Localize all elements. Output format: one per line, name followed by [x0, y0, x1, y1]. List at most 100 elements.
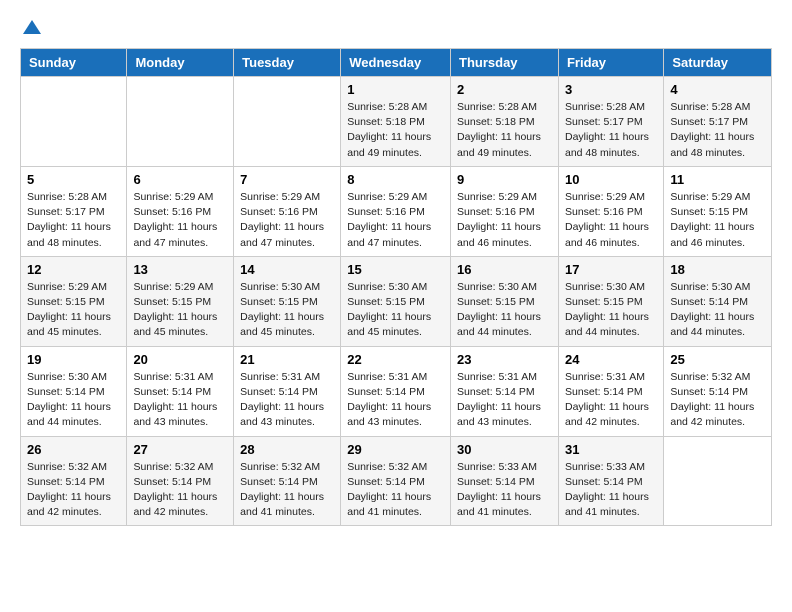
- day-number: 29: [347, 442, 444, 457]
- day-cell: 12 Sunrise: 5:29 AMSunset: 5:15 PMDayligh…: [21, 256, 127, 346]
- day-number: 7: [240, 172, 334, 187]
- day-cell: 16 Sunrise: 5:30 AMSunset: 5:15 PMDayligh…: [451, 256, 559, 346]
- day-cell: 7 Sunrise: 5:29 AMSunset: 5:16 PMDaylight…: [234, 166, 341, 256]
- day-cell: 30 Sunrise: 5:33 AMSunset: 5:14 PMDayligh…: [451, 436, 559, 526]
- day-number: 16: [457, 262, 552, 277]
- day-info: Sunrise: 5:30 AMSunset: 5:15 PMDaylight:…: [565, 280, 657, 341]
- day-number: 2: [457, 82, 552, 97]
- day-cell: [234, 77, 341, 167]
- day-info: Sunrise: 5:32 AMSunset: 5:14 PMDaylight:…: [670, 370, 765, 431]
- header-cell-friday: Friday: [558, 49, 663, 77]
- day-cell: 21 Sunrise: 5:31 AMSunset: 5:14 PMDayligh…: [234, 346, 341, 436]
- day-info: Sunrise: 5:29 AMSunset: 5:16 PMDaylight:…: [133, 190, 227, 251]
- day-info: Sunrise: 5:31 AMSunset: 5:14 PMDaylight:…: [457, 370, 552, 431]
- header-cell-tuesday: Tuesday: [234, 49, 341, 77]
- day-info: Sunrise: 5:31 AMSunset: 5:14 PMDaylight:…: [565, 370, 657, 431]
- day-cell: 13Sunrise: 5:29 AMSunset: 5:15 PMDayligh…: [127, 256, 234, 346]
- day-cell: 27 Sunrise: 5:32 AMSunset: 5:14 PMDayligh…: [127, 436, 234, 526]
- logo-triangle-icon: [23, 20, 41, 34]
- day-cell: 11 Sunrise: 5:29 AMSunset: 5:15 PMDayligh…: [664, 166, 772, 256]
- day-number: 18: [670, 262, 765, 277]
- day-info: Sunrise: 5:29 AMSunset: 5:16 PMDaylight:…: [347, 190, 444, 251]
- day-info: Sunrise: 5:31 AMSunset: 5:14 PMDaylight:…: [347, 370, 444, 431]
- day-number: 25: [670, 352, 765, 367]
- header-cell-saturday: Saturday: [664, 49, 772, 77]
- day-cell: [21, 77, 127, 167]
- day-cell: 22 Sunrise: 5:31 AMSunset: 5:14 PMDayligh…: [341, 346, 451, 436]
- day-cell: 28 Sunrise: 5:32 AMSunset: 5:14 PMDayligh…: [234, 436, 341, 526]
- day-cell: 1 Sunrise: 5:28 AMSunset: 5:18 PMDaylight…: [341, 77, 451, 167]
- day-number: 6: [133, 172, 227, 187]
- day-info: Sunrise: 5:30 AMSunset: 5:15 PMDaylight:…: [240, 280, 334, 341]
- header-row: SundayMondayTuesdayWednesdayThursdayFrid…: [21, 49, 772, 77]
- day-cell: 15Sunrise: 5:30 AMSunset: 5:15 PMDayligh…: [341, 256, 451, 346]
- day-cell: 23 Sunrise: 5:31 AMSunset: 5:14 PMDayligh…: [451, 346, 559, 436]
- day-cell: 9 Sunrise: 5:29 AMSunset: 5:16 PMDaylight…: [451, 166, 559, 256]
- day-info: Sunrise: 5:29 AMSunset: 5:15 PMDaylight:…: [670, 190, 765, 251]
- day-number: 26: [27, 442, 120, 457]
- day-info: Sunrise: 5:30 AMSunset: 5:14 PMDaylight:…: [670, 280, 765, 341]
- day-number: 8: [347, 172, 444, 187]
- day-number: 27: [133, 442, 227, 457]
- header-cell-thursday: Thursday: [451, 49, 559, 77]
- day-info: Sunrise: 5:33 AMSunset: 5:14 PMDaylight:…: [457, 460, 552, 521]
- day-info: Sunrise: 5:32 AMSunset: 5:14 PMDaylight:…: [347, 460, 444, 521]
- day-number: 28: [240, 442, 334, 457]
- week-row: 19 Sunrise: 5:30 AMSunset: 5:14 PMDayligh…: [21, 346, 772, 436]
- day-info: Sunrise: 5:30 AMSunset: 5:15 PMDaylight:…: [457, 280, 552, 341]
- header-cell-sunday: Sunday: [21, 49, 127, 77]
- week-row: 1 Sunrise: 5:28 AMSunset: 5:18 PMDaylight…: [21, 77, 772, 167]
- day-info: Sunrise: 5:28 AMSunset: 5:17 PMDaylight:…: [565, 100, 657, 161]
- day-number: 22: [347, 352, 444, 367]
- day-number: 9: [457, 172, 552, 187]
- header-cell-monday: Monday: [127, 49, 234, 77]
- day-cell: 24 Sunrise: 5:31 AMSunset: 5:14 PMDayligh…: [558, 346, 663, 436]
- day-number: 23: [457, 352, 552, 367]
- day-cell: 5 Sunrise: 5:28 AMSunset: 5:17 PMDaylight…: [21, 166, 127, 256]
- day-info: Sunrise: 5:29 AMSunset: 5:16 PMDaylight:…: [565, 190, 657, 251]
- day-number: 24: [565, 352, 657, 367]
- day-cell: 10Sunrise: 5:29 AMSunset: 5:16 PMDayligh…: [558, 166, 663, 256]
- week-row: 26 Sunrise: 5:32 AMSunset: 5:14 PMDayligh…: [21, 436, 772, 526]
- day-number: 11: [670, 172, 765, 187]
- day-number: 13: [133, 262, 227, 277]
- day-info: Sunrise: 5:29 AMSunset: 5:16 PMDaylight:…: [457, 190, 552, 251]
- page-header: [20, 20, 772, 32]
- day-cell: 6 Sunrise: 5:29 AMSunset: 5:16 PMDaylight…: [127, 166, 234, 256]
- day-info: Sunrise: 5:32 AMSunset: 5:14 PMDaylight:…: [27, 460, 120, 521]
- day-number: 3: [565, 82, 657, 97]
- day-cell: 25 Sunrise: 5:32 AMSunset: 5:14 PMDayligh…: [664, 346, 772, 436]
- day-number: 12: [27, 262, 120, 277]
- day-cell: 29 Sunrise: 5:32 AMSunset: 5:14 PMDayligh…: [341, 436, 451, 526]
- day-cell: 14 Sunrise: 5:30 AMSunset: 5:15 PMDayligh…: [234, 256, 341, 346]
- day-number: 30: [457, 442, 552, 457]
- day-number: 1: [347, 82, 444, 97]
- day-info: Sunrise: 5:32 AMSunset: 5:14 PMDaylight:…: [133, 460, 227, 521]
- day-info: Sunrise: 5:28 AMSunset: 5:18 PMDaylight:…: [347, 100, 444, 161]
- day-cell: 17 Sunrise: 5:30 AMSunset: 5:15 PMDayligh…: [558, 256, 663, 346]
- day-info: Sunrise: 5:28 AMSunset: 5:17 PMDaylight:…: [27, 190, 120, 251]
- day-info: Sunrise: 5:31 AMSunset: 5:14 PMDaylight:…: [240, 370, 334, 431]
- week-row: 5 Sunrise: 5:28 AMSunset: 5:17 PMDaylight…: [21, 166, 772, 256]
- day-cell: 3 Sunrise: 5:28 AMSunset: 5:17 PMDaylight…: [558, 77, 663, 167]
- day-info: Sunrise: 5:30 AMSunset: 5:14 PMDaylight:…: [27, 370, 120, 431]
- day-number: 17: [565, 262, 657, 277]
- day-info: Sunrise: 5:29 AMSunset: 5:15 PMDaylight:…: [27, 280, 120, 341]
- day-cell: 20Sunrise: 5:31 AMSunset: 5:14 PMDayligh…: [127, 346, 234, 436]
- day-number: 19: [27, 352, 120, 367]
- day-number: 21: [240, 352, 334, 367]
- day-info: Sunrise: 5:33 AMSunset: 5:14 PMDaylight:…: [565, 460, 657, 521]
- day-cell: [664, 436, 772, 526]
- day-info: Sunrise: 5:29 AMSunset: 5:16 PMDaylight:…: [240, 190, 334, 251]
- day-cell: 26 Sunrise: 5:32 AMSunset: 5:14 PMDayligh…: [21, 436, 127, 526]
- day-number: 14: [240, 262, 334, 277]
- day-cell: 2Sunrise: 5:28 AMSunset: 5:18 PMDaylight…: [451, 77, 559, 167]
- day-number: 5: [27, 172, 120, 187]
- day-number: 4: [670, 82, 765, 97]
- day-info: Sunrise: 5:28 AMSunset: 5:17 PMDaylight:…: [670, 100, 765, 161]
- day-info: Sunrise: 5:30 AMSunset: 5:15 PMDaylight:…: [347, 280, 444, 341]
- day-info: Sunrise: 5:32 AMSunset: 5:14 PMDaylight:…: [240, 460, 334, 521]
- header-cell-wednesday: Wednesday: [341, 49, 451, 77]
- day-number: 20: [133, 352, 227, 367]
- day-cell: 18 Sunrise: 5:30 AMSunset: 5:14 PMDayligh…: [664, 256, 772, 346]
